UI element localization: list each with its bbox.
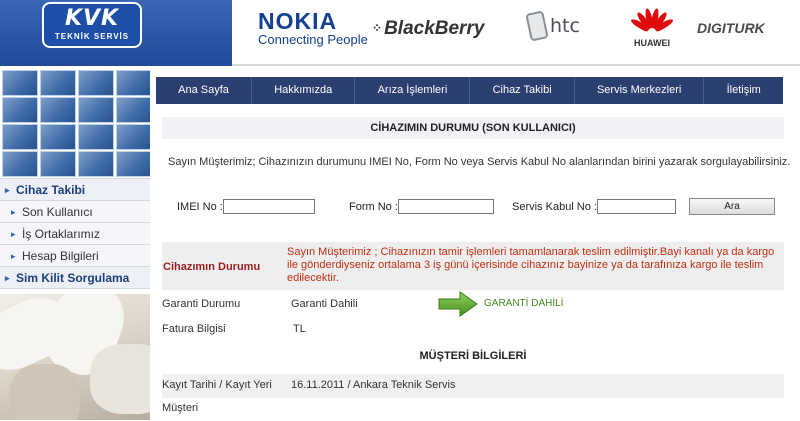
nokia-name: NOKIA — [258, 8, 338, 34]
kvk-logo[interactable]: KVK TEKNİK SERVİS — [42, 2, 142, 48]
nokia-tagline: Connecting People — [258, 32, 368, 47]
page-header: KVK TEKNİK SERVİS NOKIA Connecting Peopl… — [0, 0, 800, 66]
sidebar-item-hesap-bilgileri[interactable]: ▸ Hesap Bilgileri — [0, 245, 150, 267]
musteri-row: Müşteri — [162, 397, 784, 421]
servis-kabul-input[interactable] — [597, 199, 676, 214]
phone-icon — [525, 10, 549, 42]
form-no-label: Form No : — [349, 201, 398, 213]
sidebar-item-label: Cihaz Takibi — [16, 183, 86, 197]
kayit-value: 16.11.2011 / Ankara Teknik Servis — [291, 379, 456, 391]
blackberry-name: BlackBerry — [384, 18, 485, 39]
htc-logo: htc — [525, 10, 580, 74]
form-no-input[interactable] — [398, 199, 494, 214]
huawei-name: HUAWEI — [634, 38, 670, 48]
green-arrow-icon — [438, 291, 478, 317]
servis-kabul-label: Servis Kabul No : — [512, 201, 597, 213]
logo-subtitle: TEKNİK SERVİS — [54, 32, 130, 41]
nav-iletisim[interactable]: İletişim — [704, 77, 783, 104]
htc-name: htc — [550, 15, 580, 37]
fatura-row: Fatura Bilgisi TL — [162, 318, 784, 342]
sidebar-item-cihaz-takibi[interactable]: ▸ Cihaz Takibi — [0, 179, 150, 201]
garanti-badge: GARANTİ DAHİLİ — [484, 298, 564, 309]
sidebar-item-son-kullanici[interactable]: ▸ Son Kullanıcı — [0, 201, 150, 223]
kayit-label: Kayıt Tarihi / Kayıt Yeri — [162, 379, 272, 391]
digiturk-logo: DIGITURK — [697, 20, 765, 82]
nav-ariza-islemleri[interactable]: Arıza İşlemleri — [355, 77, 471, 104]
status-message: Sayın Müşterimiz ; Cihazınızın tamir işl… — [287, 246, 775, 284]
nav-servis-merkezleri[interactable]: Servis Merkezleri — [575, 77, 705, 104]
device-status-box: Cihazımın Durumu Sayın Müşterimiz ; Ciha… — [162, 242, 784, 290]
customer-section-title: MÜŞTERİ BİLGİLERİ — [419, 350, 527, 362]
bullet-arrow-icon: ▸ — [11, 229, 16, 239]
nokia-logo: NOKIA Connecting People — [258, 9, 368, 71]
huawei-logo: HUAWEI — [629, 4, 675, 66]
header-blue-panel: KVK TEKNİK SERVİS — [0, 0, 232, 66]
sidebar-item-label: Son Kullanıcı — [22, 205, 93, 219]
imei-label: IMEI No : — [177, 201, 223, 213]
bullet-arrow-icon: ▸ — [11, 251, 16, 261]
right-margin — [790, 66, 800, 420]
fatura-value: TL — [293, 323, 306, 335]
keyboard-banner-image — [0, 66, 150, 178]
sidebar-item-sim-kilit[interactable]: ▸ Sim Kilit Sorgulama — [0, 267, 150, 289]
nav-ana-sayfa[interactable]: Ana Sayfa — [156, 77, 253, 104]
digiturk-name: DIGITURK — [697, 20, 765, 36]
sidebar-item-label: Sim Kilit Sorgulama — [16, 271, 130, 285]
bullet-arrow-icon: ▸ — [5, 185, 10, 195]
blackberry-icon: ⁘ — [372, 21, 383, 35]
technician-gloves-image — [0, 294, 150, 420]
bullet-arrow-icon: ▸ — [5, 273, 10, 283]
fatura-label: Fatura Bilgisi — [162, 323, 226, 335]
musteri-label: Müşteri — [162, 402, 199, 414]
sidebar-menu: ▸ Cihaz Takibi ▸ Son Kullanıcı ▸ İş Orta… — [0, 178, 150, 289]
nav-cihaz-takibi[interactable]: Cihaz Takibi — [470, 77, 575, 104]
kayit-row: Kayıt Tarihi / Kayıt Yeri 16.11.2011 / A… — [162, 374, 784, 398]
status-label: Cihazımın Durumu — [163, 261, 261, 273]
sidebar-item-label: İş Ortaklarımız — [22, 227, 101, 241]
sidebar-item-is-ortaklarimiz[interactable]: ▸ İş Ortaklarımız — [0, 223, 150, 245]
info-text: Sayın Müşterimiz; Cihazınızın durumunu I… — [168, 156, 791, 168]
search-form: IMEI No : Form No : Servis Kabul No : Ar… — [162, 198, 784, 218]
huawei-flower-icon — [629, 4, 675, 36]
imei-input[interactable] — [223, 199, 315, 214]
garanti-value: Garanti Dahili — [291, 298, 358, 310]
garanti-row: Garanti Durumu Garanti Dahili GARANTİ DA… — [162, 291, 784, 317]
bullet-arrow-icon: ▸ — [11, 207, 16, 217]
sidebar-item-label: Hesap Bilgileri — [22, 249, 99, 263]
main-nav: Ana Sayfa Hakkımızda Arıza İşlemleri Cih… — [156, 77, 783, 104]
search-button[interactable]: Ara — [689, 198, 775, 215]
page-title: CİHAZIMIN DURUMU (SON KULLANICI) — [162, 117, 784, 139]
nav-hakkimizda[interactable]: Hakkımızda — [252, 77, 356, 104]
logo-title: KVK — [64, 6, 120, 31]
blackberry-logo: ⁘ BlackBerry — [372, 18, 484, 80]
garanti-label: Garanti Durumu — [162, 298, 241, 310]
